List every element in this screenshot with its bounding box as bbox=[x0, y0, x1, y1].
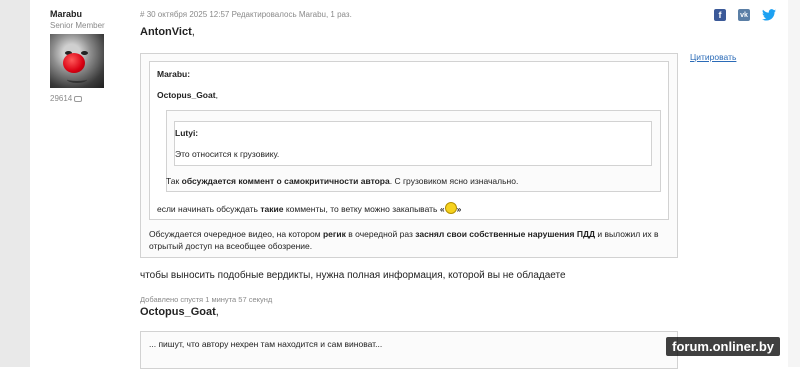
avatar-clown-nose bbox=[63, 53, 85, 73]
avatar[interactable] bbox=[50, 34, 104, 88]
quote-author-lutyi: Lutyi: bbox=[175, 128, 199, 138]
post-permalink[interactable]: # 30 октября 2025 12:57 bbox=[140, 10, 229, 19]
avatar-eye bbox=[81, 51, 88, 55]
smiley-icon bbox=[444, 202, 457, 214]
quote-outer-line2: отрытый доступ на всеобщее обозрение. bbox=[149, 241, 313, 251]
addressee-2[interactable]: Octopus_Goat, bbox=[140, 306, 219, 318]
quote-author-marabu: Marabu: bbox=[157, 69, 191, 79]
post-body-text: чтобы выносить подобные вердикты, нужна … bbox=[140, 270, 566, 281]
vk-icon[interactable]: vk bbox=[738, 9, 750, 21]
added-later-label: Добавлено спустя 1 минута 57 секунд bbox=[140, 295, 273, 304]
post-count-value: 29614 bbox=[50, 94, 73, 103]
left-gutter bbox=[0, 0, 30, 367]
twitter-icon[interactable] bbox=[762, 9, 776, 21]
forum-post: Marabu Senior Member 29614 # 30 октября … bbox=[30, 0, 788, 369]
quote-marabu-line2: если начинать обсуждать такие комменты, … bbox=[157, 202, 462, 214]
watermark-logo: forum.onliner.by bbox=[666, 337, 780, 356]
author-rank: Senior Member bbox=[50, 21, 105, 30]
addressee-1[interactable]: AntonVict, bbox=[140, 26, 195, 38]
edited-suffix: , 1 раз. bbox=[325, 10, 352, 19]
author-name[interactable]: Marabu bbox=[50, 9, 130, 19]
edited-prefix: Редактировалось bbox=[231, 10, 297, 19]
quote-lutyi-text: Это относится к грузовику. bbox=[175, 149, 280, 159]
right-gutter bbox=[788, 0, 800, 367]
quote-marabu-line1: Так обсуждается коммент о самокритичност… bbox=[166, 176, 519, 186]
share-bar: f vk bbox=[714, 9, 776, 21]
edited-by[interactable]: Marabu bbox=[299, 10, 326, 19]
author-panel: Marabu Senior Member 29614 bbox=[50, 9, 130, 103]
comment-icon bbox=[74, 95, 83, 102]
facebook-icon[interactable]: f bbox=[714, 9, 726, 21]
quote-addressee: Octopus_Goat, bbox=[157, 90, 218, 100]
avatar-mouth bbox=[67, 76, 87, 83]
quote-3 bbox=[140, 331, 678, 369]
quote-outer-line1: Обсуждается очередное видео, на котором … bbox=[149, 229, 659, 239]
post-meta: # 30 октября 2025 12:57 Редактировалось … bbox=[140, 10, 352, 19]
author-post-count[interactable]: 29614 bbox=[50, 94, 130, 103]
quote-button[interactable]: Цитировать bbox=[690, 52, 736, 62]
quote-3-text: ... пишут, что автору нехрен там находит… bbox=[149, 339, 383, 349]
